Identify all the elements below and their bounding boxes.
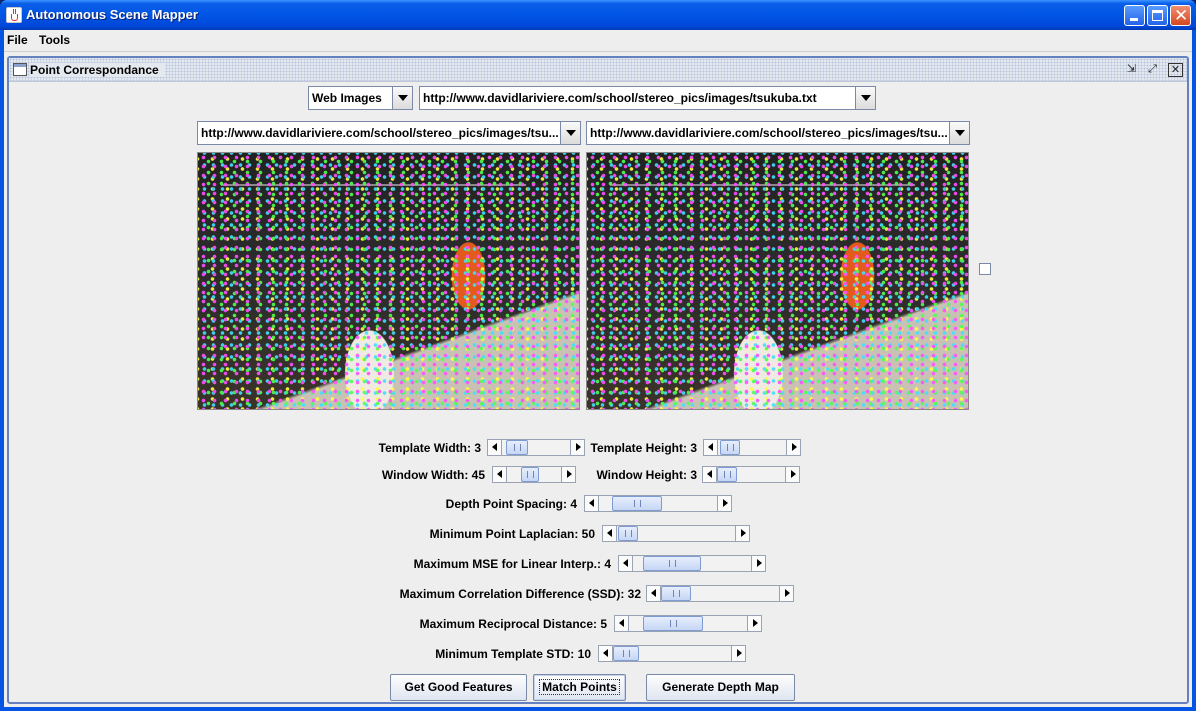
slider-thumb[interactable] [720, 440, 740, 455]
app-window: Autonomous Scene Mapper ✕ File Tools Poi… [0, 0, 1196, 711]
slider-thumb[interactable] [506, 440, 528, 455]
arrow-left-icon[interactable] [599, 646, 613, 661]
restore-icon[interactable]: ⤢ [1145, 63, 1160, 77]
arrow-left-icon[interactable] [647, 586, 661, 601]
arrow-left-icon[interactable] [703, 467, 717, 482]
title-bar[interactable]: Autonomous Scene Mapper ✕ [0, 0, 1196, 30]
window-client: File Tools Point Correspondance ⇲ ⤢ ✕ We… [4, 30, 1192, 707]
max-mse-linear-label: Maximum MSE for Linear Interp.: 4 [413, 557, 611, 571]
slider-thumb[interactable] [521, 467, 539, 482]
match-points-button[interactable]: Match Points [533, 674, 626, 701]
arrow-left-icon[interactable] [619, 556, 633, 571]
source-url-select[interactable]: http://www.davidlariviere.com/school/ste… [419, 86, 876, 110]
slider-thumb[interactable] [717, 467, 737, 482]
iconify-icon[interactable]: ⇲ [1124, 63, 1139, 77]
match-points-label: Match Points [539, 679, 620, 695]
window-height-slider[interactable] [702, 466, 800, 483]
window-width-label: Window Width: 45 [381, 468, 485, 482]
left-image-url-value: http://www.davidlariviere.com/school/ste… [201, 126, 559, 140]
java-cup-icon[interactable] [6, 7, 22, 23]
depth-point-spacing-label: Depth Point Spacing: 4 [445, 497, 577, 511]
arrow-right-icon[interactable] [785, 467, 799, 482]
arrow-right-icon[interactable] [779, 586, 793, 601]
arrow-right-icon[interactable] [751, 556, 765, 571]
minimize-button[interactable] [1124, 5, 1145, 26]
window-height-label: Window Height: 3 [596, 468, 697, 482]
menu-tools[interactable]: Tools [39, 33, 70, 47]
arrow-left-icon[interactable] [585, 496, 599, 511]
maximize-icon [1152, 10, 1163, 21]
slider-thumb[interactable] [661, 586, 691, 601]
slider-thumb[interactable] [618, 526, 638, 541]
option-checkbox[interactable] [979, 263, 991, 275]
window-width-slider[interactable] [492, 466, 576, 483]
internal-frame: Point Correspondance ⇲ ⤢ ✕ Web Images ht… [7, 56, 1189, 704]
close-icon: ✕ [1174, 6, 1189, 25]
template-height-label: Template Height: 3 [590, 441, 697, 455]
max-reciprocal-distance-slider[interactable] [614, 615, 762, 632]
slider-thumb[interactable] [612, 496, 662, 511]
arrow-left-icon[interactable] [493, 467, 507, 482]
arrow-left-icon[interactable] [488, 440, 502, 455]
arrow-right-icon[interactable] [731, 646, 745, 661]
min-point-laplacian-label: Minimum Point Laplacian: 50 [429, 527, 595, 541]
template-width-slider[interactable] [487, 439, 585, 456]
source-type-value: Web Images [312, 91, 382, 105]
internal-frame-title-bar[interactable]: Point Correspondance ⇲ ⤢ ✕ [9, 58, 1187, 82]
generate-depth-map-button[interactable]: Generate Depth Map [646, 674, 795, 701]
menu-file[interactable]: File [7, 33, 28, 47]
slider-thumb[interactable] [643, 556, 701, 571]
menu-bar: File Tools [4, 30, 1192, 52]
right-image-url-select[interactable]: http://www.davidlariviere.com/school/ste… [586, 121, 970, 145]
close-button[interactable]: ✕ [1170, 5, 1191, 26]
get-good-features-button[interactable]: Get Good Features [390, 674, 527, 701]
min-point-laplacian-slider[interactable] [602, 525, 750, 542]
chevron-down-icon[interactable] [392, 87, 412, 109]
slider-thumb[interactable] [643, 616, 703, 631]
minimize-icon [1130, 18, 1138, 21]
arrow-right-icon[interactable] [570, 440, 584, 455]
left-stereo-image [197, 152, 580, 410]
internal-frame-title: Point Correspondance [30, 63, 165, 77]
maximize-button[interactable] [1147, 5, 1168, 26]
frame-icon [13, 63, 27, 76]
min-template-std-slider[interactable] [598, 645, 746, 662]
depth-point-spacing-slider[interactable] [584, 495, 732, 512]
chevron-down-icon[interactable] [560, 122, 580, 144]
arrow-right-icon[interactable] [786, 440, 800, 455]
right-stereo-image [586, 152, 969, 410]
source-type-select[interactable]: Web Images [308, 86, 413, 110]
arrow-left-icon[interactable] [615, 616, 629, 631]
arrow-right-icon[interactable] [735, 526, 749, 541]
chevron-down-icon[interactable] [855, 87, 875, 109]
source-url-value: http://www.davidlariviere.com/school/ste… [423, 91, 817, 105]
max-correlation-diff-label: Maximum Correlation Difference (SSD): 32 [399, 587, 641, 601]
template-height-slider[interactable] [703, 439, 801, 456]
max-reciprocal-distance-label: Maximum Reciprocal Distance: 5 [419, 617, 607, 631]
arrow-right-icon[interactable] [747, 616, 761, 631]
arrow-right-icon[interactable] [561, 467, 575, 482]
template-width-label: Template Width: 3 [378, 441, 481, 455]
max-correlation-diff-slider[interactable] [646, 585, 794, 602]
arrow-left-icon[interactable] [704, 440, 718, 455]
arrow-left-icon[interactable] [603, 526, 617, 541]
right-image-url-value: http://www.davidlariviere.com/school/ste… [590, 126, 948, 140]
window-title: Autonomous Scene Mapper [26, 7, 198, 22]
left-image-url-select[interactable]: http://www.davidlariviere.com/school/ste… [197, 121, 581, 145]
slider-thumb[interactable] [613, 646, 639, 661]
arrow-right-icon[interactable] [717, 496, 731, 511]
chevron-down-icon[interactable] [949, 122, 969, 144]
close-icon[interactable]: ✕ [1168, 63, 1183, 77]
min-template-std-label: Minimum Template STD: 10 [435, 647, 591, 661]
max-mse-linear-slider[interactable] [618, 555, 766, 572]
